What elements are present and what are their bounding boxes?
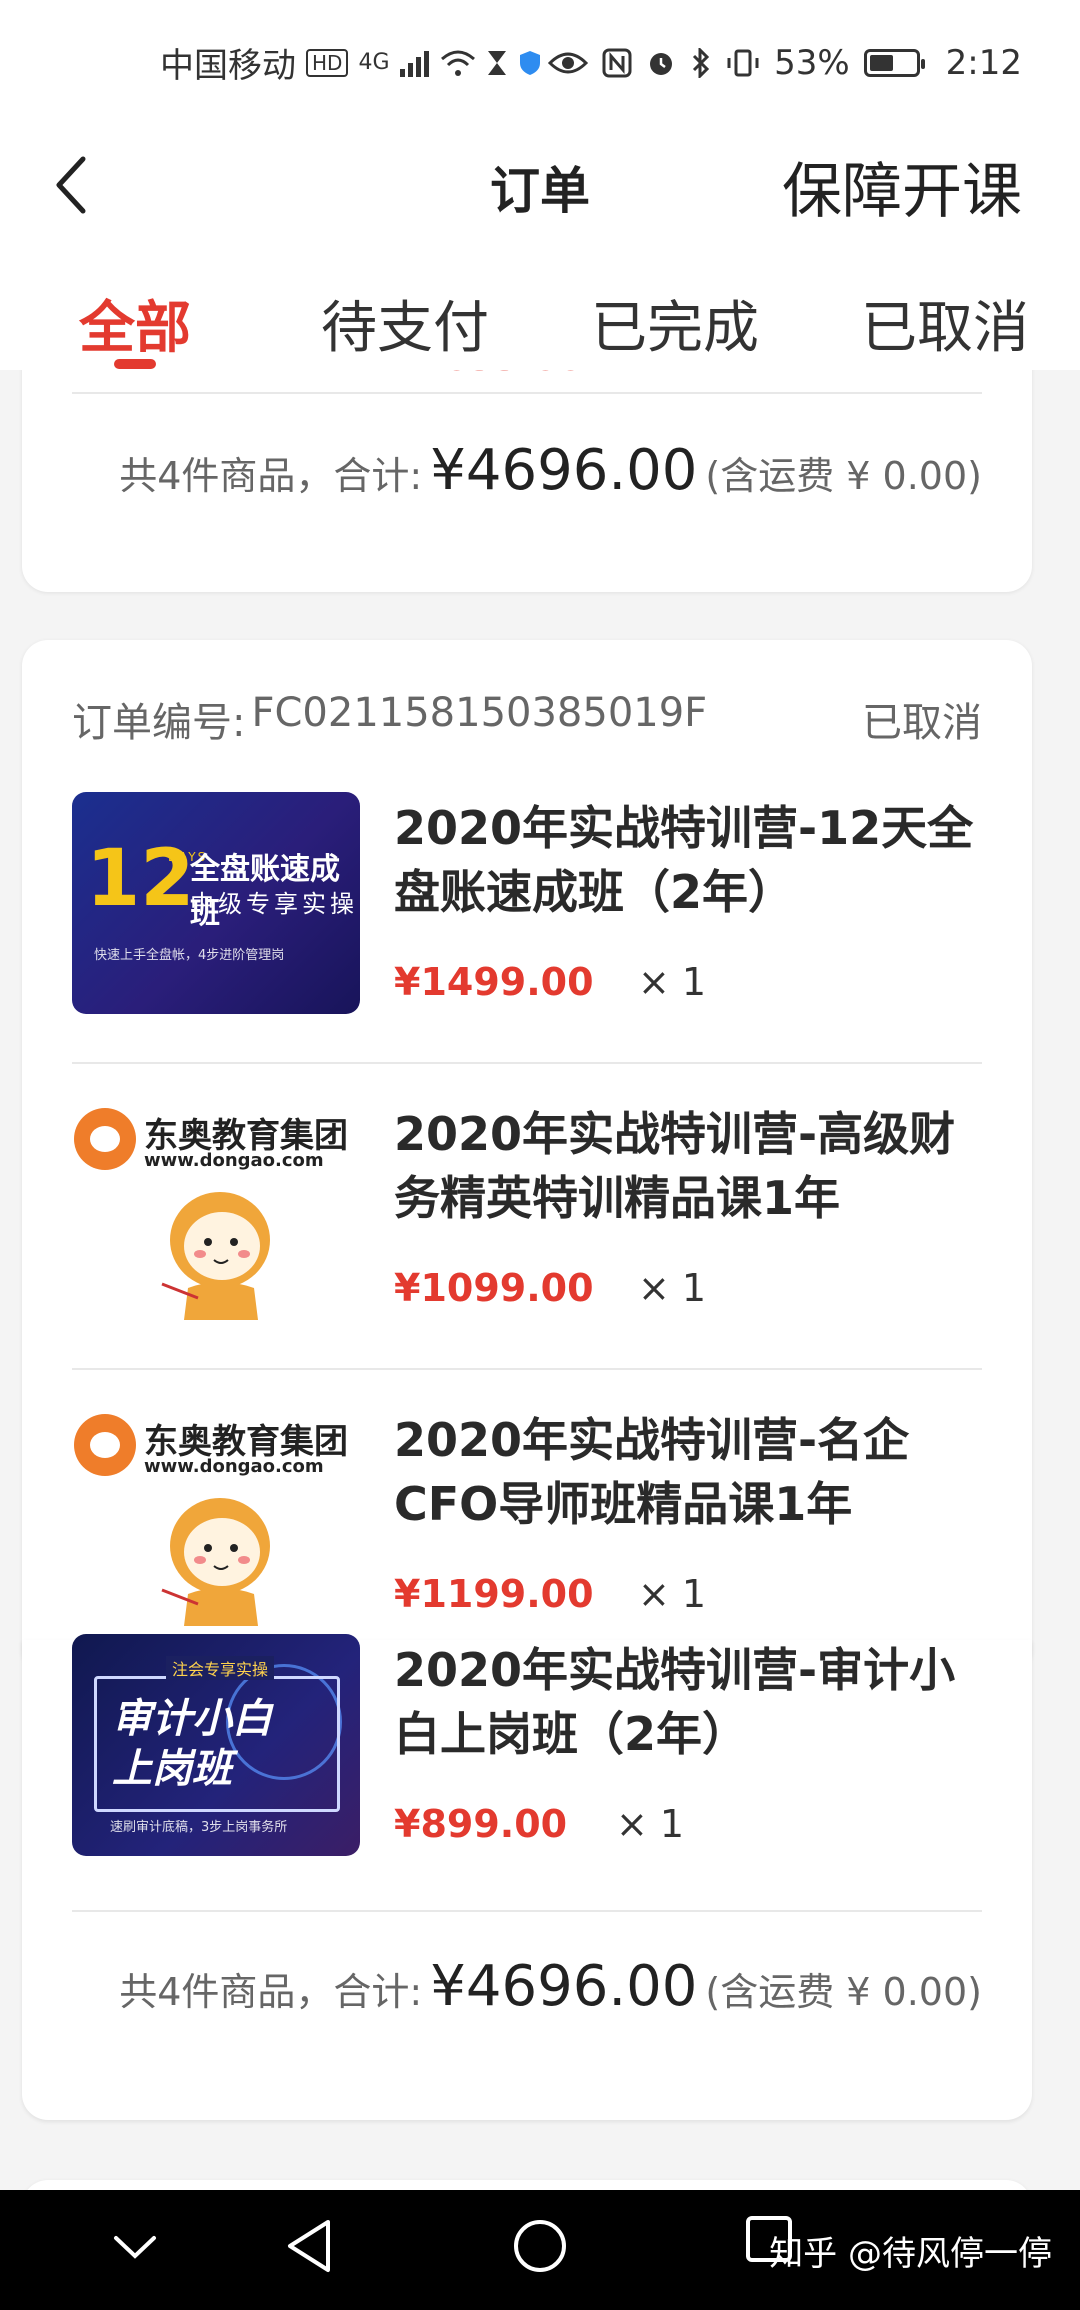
tab-pending-payment[interactable]: 待支付: [275, 245, 535, 364]
order-number-value: FC021158150385019F: [251, 690, 708, 736]
watermark: 知乎 @待风停一停: [769, 2234, 1052, 2274]
hourglass-icon: [487, 50, 506, 75]
item-quantity: × 1: [638, 1266, 707, 1310]
thumb-headline: 审计小白 上岗班: [112, 1694, 272, 1794]
item-price: ¥1099.00: [394, 370, 583, 379]
order-item[interactable]: 东奥教育集团 www.dongao.com 2020年实战特训营-高级财务精英特…: [72, 1098, 982, 1403]
order-item[interactable]: 注会专享实操 审计小白 上岗班 速刷审计底稿，3步上岗事务所 2020年实战特训…: [72, 1634, 982, 1939]
collapse-icon[interactable]: [112, 2232, 158, 2262]
thumb-url: www.dongao.com: [144, 1456, 324, 1477]
item-price: ¥1499.00: [394, 960, 594, 1004]
eye-icon: [548, 52, 589, 73]
status-right: 53% 2:12: [548, 43, 1022, 83]
order-tabs: 全部 待支付 已完成 已取消: [0, 245, 1080, 370]
network-type: 4G: [358, 50, 390, 75]
order-summary: 共4件商品，合计: ¥4696.00 (含运费 ¥ 0.00): [119, 438, 982, 503]
back-icon[interactable]: [284, 2218, 334, 2274]
order-card[interactable]: ¥1099.00 × 1 共4件商品，合计: ¥4696.00 (含运费 ¥ 0…: [22, 370, 1032, 592]
wifi-icon: [440, 50, 475, 76]
divider: [72, 1368, 982, 1370]
summary-count: 共4件商品，合计:: [119, 1970, 423, 2014]
bluetooth-icon: [693, 47, 710, 78]
shipping-fee: (含运费 ¥ 0.00): [705, 454, 982, 498]
product-thumbnail: 12 DAYS 全盘账速成班 中级专享实操 快速上手全盘帐，4步进阶管理岗: [72, 792, 360, 1014]
divider: [72, 1062, 982, 1064]
item-price: ¥1099.00: [394, 1266, 594, 1310]
order-list[interactable]: ¥1099.00 × 1 共4件商品，合计: ¥4696.00 (含运费 ¥ 0…: [0, 370, 1080, 2190]
order-status: 已取消: [862, 700, 982, 746]
item-price: ¥1199.00: [394, 1572, 594, 1616]
tab-completed[interactable]: 已完成: [545, 245, 805, 364]
thumb-line3: 快速上手全盘帐，4步进阶管理岗: [94, 948, 285, 963]
battery-icon: [863, 48, 925, 77]
app-header: 订单 保障开课: [0, 125, 1080, 245]
order-summary: 共4件商品，合计: ¥4696.00 (含运费 ¥ 0.00): [119, 1954, 982, 2019]
product-thumbnail: 注会专享实操 审计小白 上岗班 速刷审计底稿，3步上岗事务所: [72, 1634, 360, 1856]
brand-logo-icon: [74, 1414, 136, 1476]
brand-logo-icon: [74, 1108, 136, 1170]
order-card-continued[interactable]: 注会专享实操 审计小白 上岗班 速刷审计底稿，3步上岗事务所 2020年实战特训…: [22, 1634, 1032, 2120]
shipping-fee: (含运费 ¥ 0.00): [705, 1970, 982, 2014]
mascot-icon: [161, 1498, 270, 1626]
order-item[interactable]: 12 DAYS 全盘账速成班 中级专享实操 快速上手全盘帐，4步进阶管理岗 20…: [72, 792, 982, 1097]
signal-icon: [399, 50, 429, 77]
vibrate-icon: [727, 49, 759, 76]
home-icon[interactable]: [512, 2218, 568, 2274]
order-card[interactable]: [22, 2180, 1032, 2190]
status-left: 中国移动 HD 4G: [0, 38, 542, 87]
mascot-icon: [161, 1192, 270, 1320]
order-header: 订单编号: FC021158150385019F 已取消: [72, 690, 982, 748]
divider: [72, 1910, 982, 1912]
order-total: ¥4696.00: [430, 1954, 698, 2019]
order-number-label: 订单编号:: [72, 700, 246, 746]
item-quantity: × 1: [638, 1572, 707, 1616]
thumb-tag: 注会专享实操: [166, 1656, 275, 1680]
item-title: 2020年实战特训营-12天全盘账速成班（2年）: [394, 801, 974, 919]
order-number: 订单编号: FC021158150385019F: [72, 690, 707, 748]
clock: 2:12: [945, 42, 1022, 83]
thumb-line2: 中级专享实操: [190, 890, 358, 918]
item-quantity: × 1: [638, 960, 707, 1004]
hd-badge: HD: [306, 48, 349, 77]
summary-count: 共4件商品，合计:: [119, 454, 423, 498]
thumb-line3: 速刷审计底稿，3步上岗事务所: [110, 1820, 288, 1835]
item-quantity: × 1: [622, 370, 683, 378]
product-thumbnail: 东奥教育集团 www.dongao.com: [72, 1404, 360, 1626]
thumb-line2: 上岗班: [112, 1746, 232, 1792]
order-total: ¥4696.00: [430, 438, 698, 503]
tab-cancelled[interactable]: 已取消: [815, 245, 1075, 364]
thumb-big-number: 12: [86, 834, 195, 924]
thumb-line1: 审计小白: [112, 1696, 272, 1742]
guarantee-link[interactable]: 保障开课: [782, 143, 1022, 230]
battery-percent: 53%: [774, 42, 850, 83]
system-nav-bar: 知乎 @待风停一停: [0, 2190, 1080, 2310]
product-thumbnail: 东奥教育集团 www.dongao.com: [72, 1098, 360, 1320]
item-quantity: × 1: [616, 1802, 685, 1846]
item-title: 2020年实战特训营-审计小白上岗班（2年）: [394, 1643, 956, 1761]
item-price: ¥899.00: [394, 1802, 568, 1846]
carrier-label: 中国移动: [160, 46, 296, 86]
nfc-icon: [602, 48, 632, 77]
thumb-url: www.dongao.com: [144, 1150, 324, 1171]
order-card[interactable]: 订单编号: FC021158150385019F 已取消 12 DAYS 全盘账…: [22, 640, 1032, 1676]
status-bar: 中国移动 HD 4G 53% 2:12: [0, 0, 1080, 125]
shield-icon: [519, 50, 540, 75]
battery-fill: [869, 54, 893, 71]
item-title: 2020年实战特训营-名企CFO导师班精品课1年: [394, 1413, 910, 1531]
alarm-icon: [650, 52, 673, 75]
tab-all[interactable]: 全部: [5, 245, 265, 364]
divider: [72, 392, 982, 394]
item-title: 2020年实战特训营-高级财务精英特训精品课1年: [394, 1107, 956, 1225]
